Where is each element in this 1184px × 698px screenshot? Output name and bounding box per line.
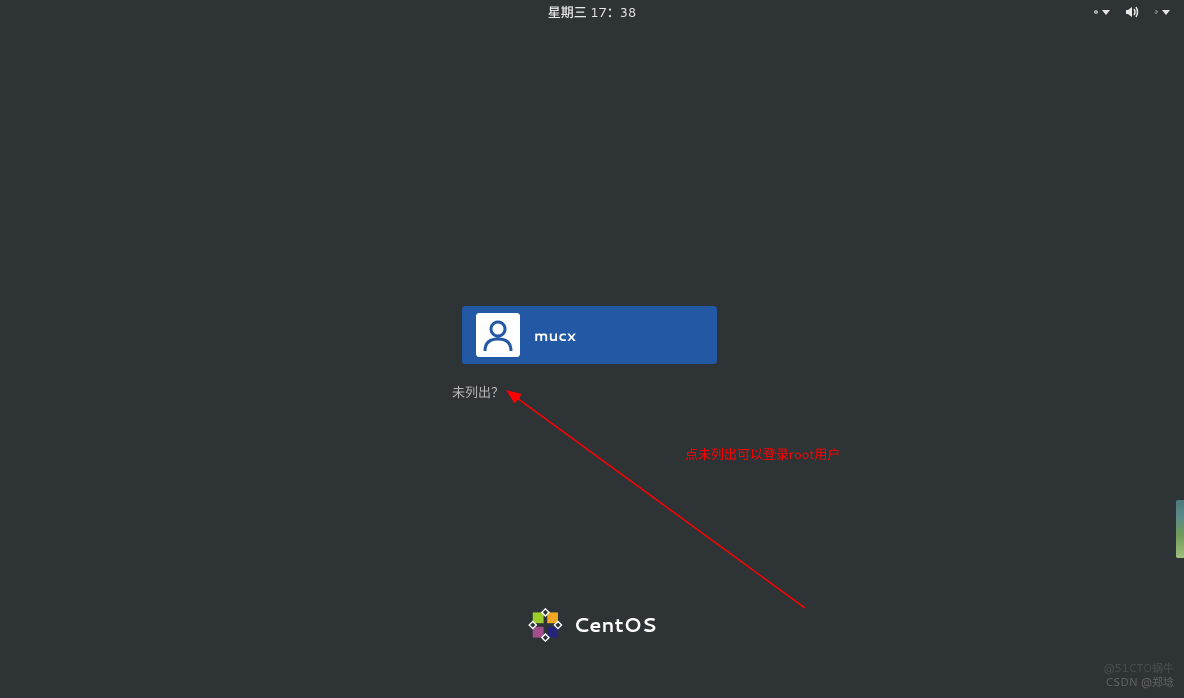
avatar	[476, 313, 520, 357]
power-menu[interactable]	[1154, 4, 1170, 20]
power-icon	[1154, 10, 1158, 14]
annotation-arrow	[505, 388, 815, 618]
top-bar: 星期三 17：38	[0, 0, 1184, 24]
not-listed-link[interactable]: 未列出？	[452, 382, 504, 402]
datetime: 星期三 17：38	[548, 2, 637, 22]
os-name: CentOS	[573, 611, 656, 639]
chevron-down-icon	[1162, 10, 1170, 15]
volume-icon[interactable]	[1124, 4, 1140, 20]
username-label: mucx	[534, 325, 576, 346]
accessibility-menu[interactable]	[1094, 4, 1110, 20]
watermark-csdn: CSDN @郑埝	[1105, 674, 1174, 690]
user-select-button[interactable]: mucx	[462, 306, 717, 364]
user-icon	[480, 317, 516, 353]
os-branding: CentOS	[527, 607, 656, 643]
side-indicator	[1176, 500, 1184, 558]
centos-logo-icon	[527, 607, 563, 643]
login-panel: mucx 未列出？	[462, 306, 722, 403]
annotation-text: 点未列出可以登录root用户	[685, 444, 840, 464]
accessibility-icon	[1094, 10, 1098, 14]
chevron-down-icon	[1102, 10, 1110, 15]
system-tray	[1094, 4, 1170, 20]
